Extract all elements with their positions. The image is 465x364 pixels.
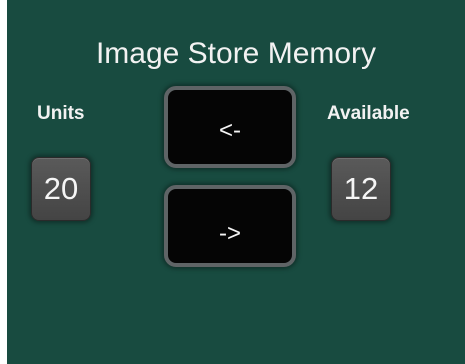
units-value: 20: [31, 157, 91, 221]
units-label: Units: [37, 103, 85, 124]
panel-title: Image Store Memory: [95, 37, 377, 70]
move-left-button[interactable]: <-: [164, 86, 296, 168]
move-right-button-label: ->: [218, 220, 241, 247]
move-right-button[interactable]: ->: [164, 185, 296, 267]
available-label: Available: [327, 103, 410, 124]
available-value: 12: [331, 157, 391, 221]
image-store-memory-panel: Image Store Memory Units 20 Available 12…: [7, 0, 465, 364]
move-left-button-label: <-: [218, 117, 241, 144]
